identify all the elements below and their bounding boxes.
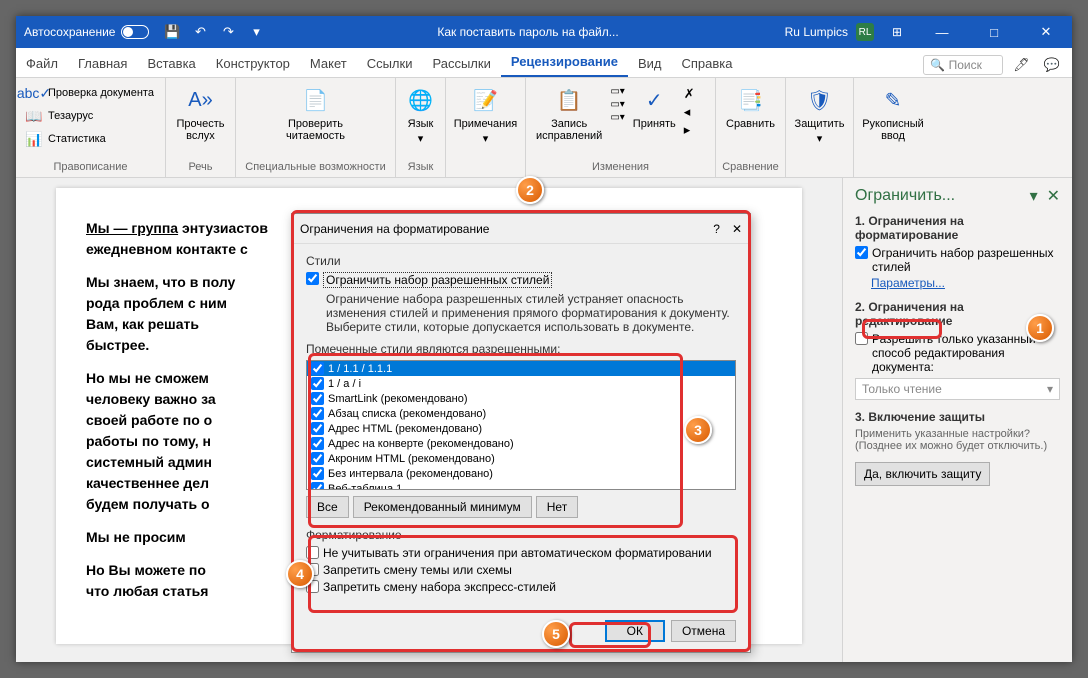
- show-markup[interactable]: ▭▾: [610, 99, 624, 110]
- accessibility-button[interactable]: 📄Проверить читаемость: [242, 82, 389, 144]
- autoformat-checkbox[interactable]: [306, 546, 319, 559]
- search-input[interactable]: 🔍 Поиск: [923, 55, 1003, 75]
- ink-button[interactable]: ✎Рукописный ввод: [860, 82, 926, 144]
- qat-dropdown-icon[interactable]: ▾: [247, 23, 265, 41]
- check-icon: abc✓: [24, 83, 44, 103]
- maximize-button[interactable]: □: [972, 16, 1016, 48]
- tab-home[interactable]: Главная: [68, 50, 137, 77]
- read-aloud-button[interactable]: A»Прочесть вслух: [172, 82, 229, 144]
- ribbon-options-icon[interactable]: ⊞: [882, 25, 912, 39]
- reviewing-pane[interactable]: ▭▾: [610, 112, 624, 123]
- ok-button[interactable]: ОК: [605, 620, 665, 642]
- help-icon[interactable]: ?: [713, 222, 720, 236]
- editing-mode-combo[interactable]: Только чтение▾: [855, 378, 1060, 400]
- pane-dropdown-icon[interactable]: ▾: [1030, 188, 1038, 205]
- undo-icon[interactable]: ↶: [191, 23, 209, 41]
- tab-help[interactable]: Справка: [672, 50, 743, 77]
- book-icon: 📖: [24, 106, 44, 126]
- reject-icon[interactable]: ✗: [684, 86, 695, 102]
- chevron-down-icon: ▾: [418, 132, 424, 145]
- window-title: Как поставить пароль на файл...: [271, 25, 784, 39]
- limit-styles-checkbox[interactable]: [306, 272, 319, 285]
- chevron-down-icon: ▾: [817, 132, 823, 145]
- ribbon-tabs: Файл Главная Вставка Конструктор Макет С…: [16, 48, 1072, 78]
- chevron-down-icon: ▾: [483, 132, 489, 145]
- compare-icon: 📑: [735, 84, 767, 116]
- formatting-restrictions-dialog: Ограничения на форматирование ?✕ Стили О…: [291, 213, 751, 653]
- pen-icon: ✎: [877, 84, 909, 116]
- speaker-icon: A»: [185, 84, 217, 116]
- marker-4: 4: [286, 560, 314, 588]
- formatting-settings-link[interactable]: Параметры...: [871, 276, 1060, 290]
- select-all-button[interactable]: Все: [306, 496, 349, 518]
- protect-button[interactable]: 🛡Защитить▾: [792, 82, 847, 147]
- select-none-button[interactable]: Нет: [536, 496, 578, 518]
- restrict-formatting-checkbox[interactable]: [855, 246, 868, 259]
- restrict-editing-pane: Ограничить...▾ ✕ 1. Ограничения на форма…: [842, 178, 1072, 662]
- tab-review[interactable]: Рецензирование: [501, 48, 628, 77]
- globe-icon: 🌐: [405, 84, 437, 116]
- next-icon[interactable]: ▸: [684, 122, 695, 138]
- comment-icon: 📝: [470, 84, 502, 116]
- pane-title: Ограничить...: [855, 187, 955, 205]
- document-refresh-icon: 📄: [300, 84, 332, 116]
- spellcheck-button[interactable]: abc✓Проверка документа: [22, 82, 159, 104]
- tab-insert[interactable]: Вставка: [137, 50, 205, 77]
- tab-layout[interactable]: Макет: [300, 50, 357, 77]
- title-bar: Автосохранение 💾 ↶ ↷ ▾ Как поставить пар…: [16, 16, 1072, 48]
- cancel-button[interactable]: Отмена: [671, 620, 736, 642]
- pencil-icon: 📋: [553, 84, 585, 116]
- dialog-close-icon[interactable]: ✕: [732, 222, 742, 236]
- track-changes-button[interactable]: 📋Запись исправлений: [532, 82, 606, 144]
- tab-file[interactable]: Файл: [16, 50, 68, 77]
- tab-mailings[interactable]: Рассылки: [422, 50, 500, 77]
- compare-button[interactable]: 📑Сравнить: [722, 82, 779, 132]
- user-avatar[interactable]: RL: [856, 23, 874, 41]
- user-name: Ru Lumpics: [785, 25, 848, 39]
- shield-icon: 🛡: [804, 84, 836, 116]
- wordcount-button[interactable]: 📊Статистика: [22, 128, 159, 150]
- marker-3: 3: [684, 416, 712, 444]
- enable-protection-button[interactable]: Да, включить защиту: [855, 462, 990, 486]
- marker-2: 2: [516, 176, 544, 204]
- minimize-button[interactable]: —: [920, 16, 964, 48]
- marker-5: 5: [542, 620, 570, 648]
- language-button[interactable]: 🌐Язык▾: [402, 82, 439, 147]
- marker-1: 1: [1026, 314, 1054, 342]
- pane-close-icon[interactable]: ✕: [1047, 188, 1060, 205]
- prev-icon[interactable]: ◂: [684, 104, 695, 120]
- tab-view[interactable]: Вид: [628, 50, 672, 77]
- save-icon[interactable]: 💾: [163, 23, 181, 41]
- comments-icon[interactable]: 💬: [1040, 53, 1064, 77]
- restrict-editing-checkbox[interactable]: [855, 332, 868, 345]
- recommended-button[interactable]: Рекомендованный минимум: [353, 496, 532, 518]
- autosave-label: Автосохранение: [24, 25, 115, 39]
- thesaurus-button[interactable]: 📖Тезаурус: [22, 105, 159, 127]
- comments-button[interactable]: 📝Примечания▾: [452, 82, 519, 147]
- dialog-title: Ограничения на форматирование: [300, 222, 489, 236]
- styles-listbox[interactable]: 1 / 1.1 / 1.1.1 1 / a / i SmartLink (рек…: [306, 360, 736, 490]
- stats-icon: 📊: [24, 129, 44, 149]
- tab-references[interactable]: Ссылки: [357, 50, 423, 77]
- redo-icon[interactable]: ↷: [219, 23, 237, 41]
- accept-button[interactable]: ✓Принять: [629, 82, 680, 132]
- chevron-down-icon: ▾: [1047, 382, 1053, 396]
- ribbon: abc✓Проверка документа 📖Тезаурус 📊Статис…: [16, 78, 1072, 178]
- tab-design[interactable]: Конструктор: [206, 50, 300, 77]
- share-icon[interactable]: 🖊: [1009, 53, 1034, 77]
- autosave-toggle[interactable]: [121, 25, 149, 39]
- close-button[interactable]: ✕: [1024, 16, 1068, 48]
- accept-icon: ✓: [638, 84, 670, 116]
- display-mode[interactable]: ▭▾: [610, 86, 624, 97]
